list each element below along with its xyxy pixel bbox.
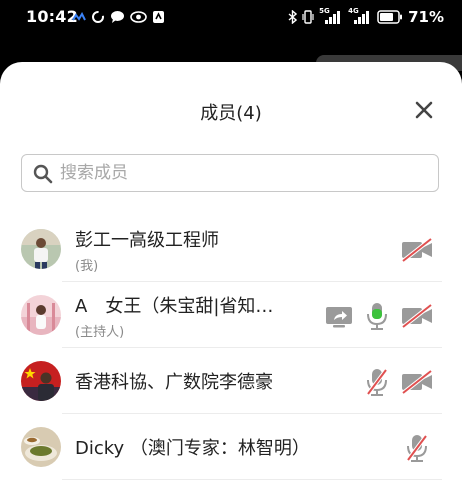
signal-4g-icon: 4G (348, 7, 372, 25)
avatar (21, 295, 61, 335)
app-notification-icon (72, 12, 86, 21)
mic-off-icon[interactable] (365, 367, 389, 397)
video-off-icon[interactable] (401, 304, 433, 328)
chat-bubble-icon (111, 11, 124, 23)
member-name: 彭工一高级工程师 (75, 230, 219, 251)
member-name: A 女王（朱宝甜|省知… (75, 296, 274, 317)
search-input[interactable] (60, 159, 420, 187)
alarm-icon (153, 11, 164, 23)
bluetooth-icon (288, 10, 298, 24)
screen-share-icon[interactable] (325, 305, 353, 329)
status-left-icons (72, 9, 165, 25)
video-off-icon[interactable] (401, 238, 433, 262)
avatar (21, 361, 61, 401)
signal-5g-icon: 5G (319, 7, 343, 25)
sheet-title: 成员(4) (200, 103, 262, 124)
status-time: 10:42 (26, 7, 78, 26)
avatar (21, 229, 61, 269)
status-bar: 10:42 5G 4G 71% (0, 0, 462, 34)
search-box[interactable] (21, 154, 439, 192)
member-role: (主持人) (75, 325, 125, 340)
search-icon (33, 164, 53, 184)
member-role: (我) (75, 259, 99, 274)
divider (62, 479, 442, 480)
vibrate-icon (302, 10, 314, 24)
sync-icon (92, 11, 104, 23)
battery-icon (377, 10, 403, 24)
mic-active-icon[interactable] (365, 301, 389, 331)
eye-icon (130, 11, 147, 23)
status-right-icons: 5G 4G 71% (288, 7, 444, 26)
member-row[interactable]: A 女王（朱宝甜|省知… (主持人) (0, 282, 462, 348)
battery-percent: 71% (408, 8, 444, 26)
member-row[interactable]: Dicky （澳门专家：林智明） (0, 414, 462, 480)
avatar (21, 427, 61, 467)
mic-off-icon[interactable] (405, 433, 429, 463)
members-sheet: 成员(4) 彭工一高级工程师 (我) (0, 62, 462, 502)
member-name: 香港科協、广数院李德豪 (75, 372, 273, 393)
member-row[interactable]: 彭工一高级工程师 (我) (0, 216, 462, 282)
member-name: Dicky （澳门专家：林智明） (75, 438, 310, 459)
close-icon[interactable] (410, 96, 438, 124)
video-off-icon[interactable] (401, 370, 433, 394)
member-row[interactable]: 香港科協、广数院李德豪 (0, 348, 462, 414)
